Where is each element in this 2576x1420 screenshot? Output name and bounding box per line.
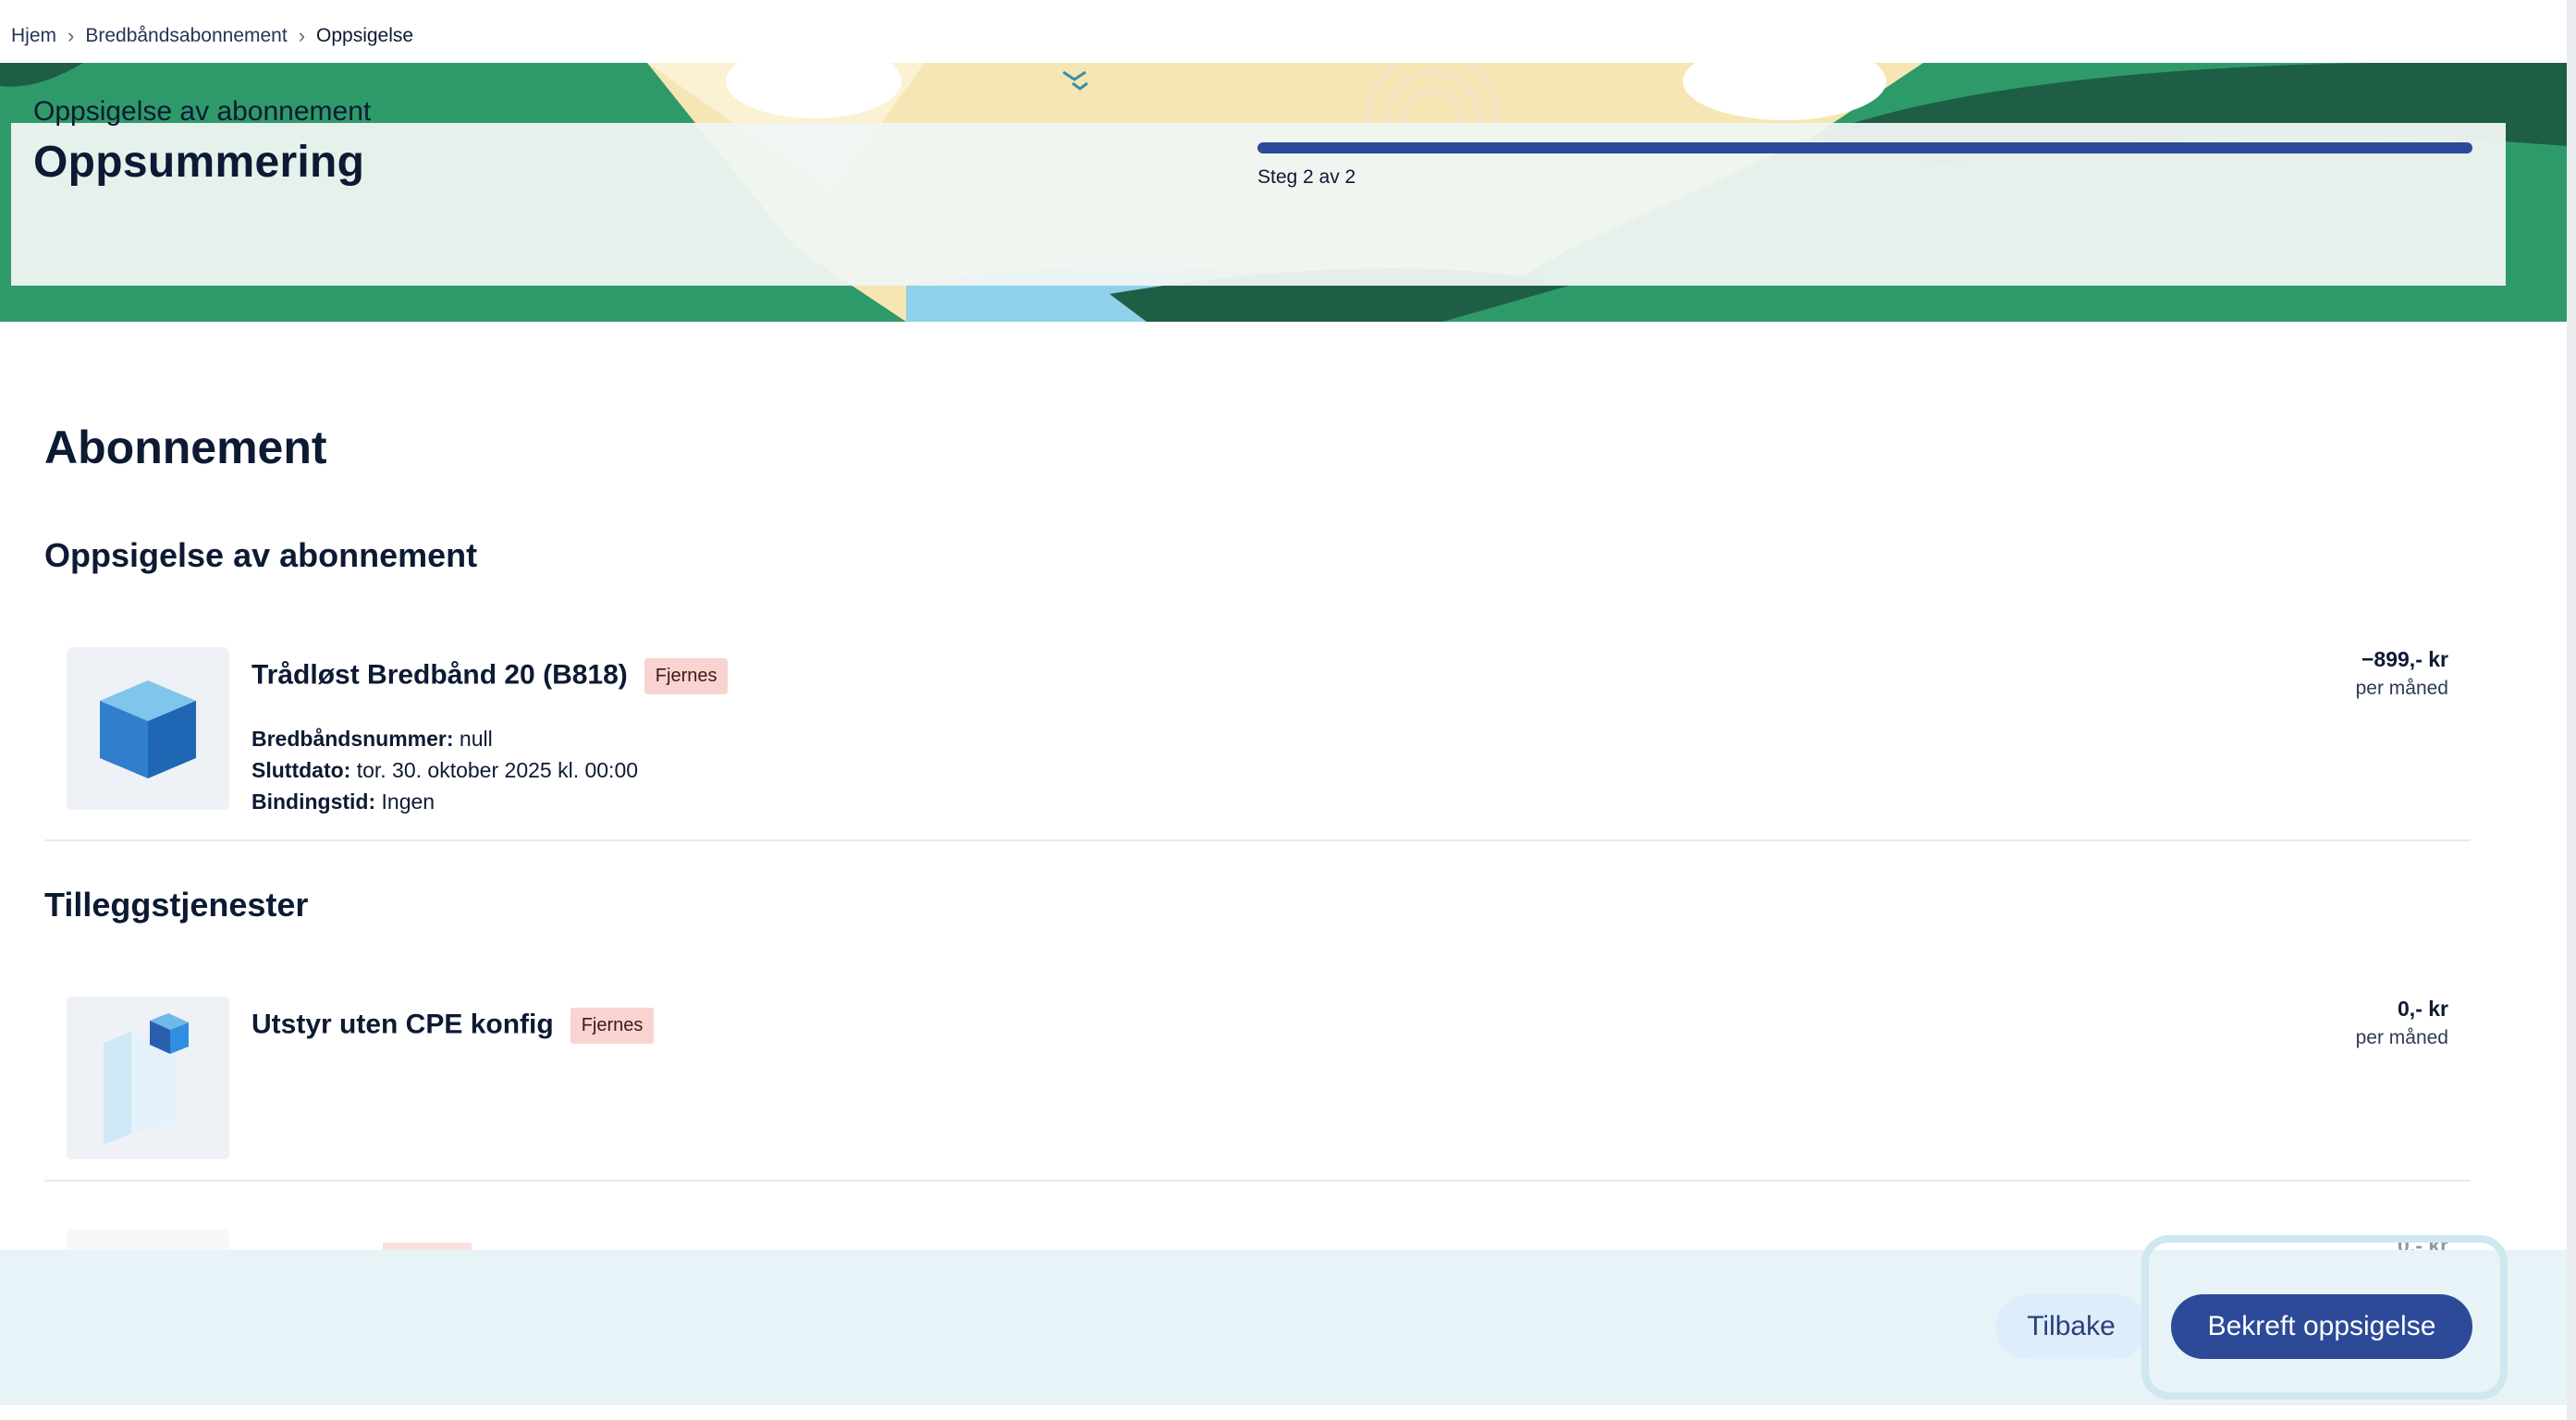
product-name: Utstyr uten CPE konfig <box>251 1009 554 1040</box>
status-badge: Fjernes <box>644 658 729 694</box>
equipment-icon <box>104 1013 189 1145</box>
page-title: Oppsummering <box>33 138 365 187</box>
progress-label: Steg 2 av 2 <box>1257 166 1356 188</box>
product-thumbnail <box>67 647 229 810</box>
product-name-row: Utstyr uten CPE konfig Fjernes <box>251 1008 655 1044</box>
price-period: per måned <box>2355 1027 2448 1048</box>
price-period: per måned <box>2355 678 2448 699</box>
page: Hjem › Bredbåndsabonnement › Oppsigelse … <box>0 0 2567 1420</box>
detail-binding-period: Bindingstid: Ingen <box>251 790 435 814</box>
scrollbar-track[interactable] <box>2567 0 2576 1420</box>
confirm-cancellation-button[interactable]: Bekreft oppsigelse <box>2171 1294 2472 1359</box>
product-thumbnail <box>67 997 229 1159</box>
price-amount: −899,- kr <box>2361 647 2448 671</box>
progress-bar-fill <box>1257 142 2472 153</box>
price: −899,- kr per måned <box>2356 647 2448 700</box>
product-name: Trådløst Bredbånd 20 (B818) <box>251 659 628 691</box>
divider <box>44 1180 2471 1181</box>
price-amount: 0,- kr <box>2398 997 2448 1021</box>
group-title-termination: Oppsigelse av abonnement <box>44 536 478 574</box>
list-item: Utstyr uten CPE konfig Fjernes 0,- kr per… <box>44 997 2471 1163</box>
breadcrumb-current: Oppsigelse <box>316 25 414 46</box>
list-item: Trådløst Bredbånd 20 (B818) Fjernes Bredb… <box>44 647 2471 838</box>
divider <box>44 839 2471 841</box>
breadcrumb-home-link[interactable]: Hjem <box>11 25 56 47</box>
section-title: Abonnement <box>44 422 327 473</box>
status-badge: Fjernes <box>570 1008 655 1044</box>
cube-icon <box>100 680 196 778</box>
back-button[interactable]: Tilbake <box>1995 1294 2147 1359</box>
breadcrumb-broadband-link[interactable]: Bredbåndsabonnement <box>85 25 287 47</box>
price: 0,- kr per måned <box>2356 997 2448 1049</box>
detail-end-date: Sluttdato: tor. 30. oktober 2025 kl. 00:… <box>251 758 639 782</box>
chevron-right-icon: › <box>298 24 306 47</box>
group-title-addons: Tilleggstjenester <box>44 886 309 924</box>
progress-bar <box>1257 142 2472 153</box>
breadcrumb: Hjem › Bredbåndsabonnement › Oppsigelse <box>11 22 413 50</box>
product-name-row: Trådløst Bredbånd 20 (B818) Fjernes <box>251 658 729 694</box>
page-subtitle: Oppsigelse av abonnement <box>33 96 372 127</box>
chevron-right-icon: › <box>67 24 75 47</box>
hero-banner <box>0 63 2567 322</box>
detail-broadband-number: Bredbåndsnummer: null <box>251 727 493 751</box>
